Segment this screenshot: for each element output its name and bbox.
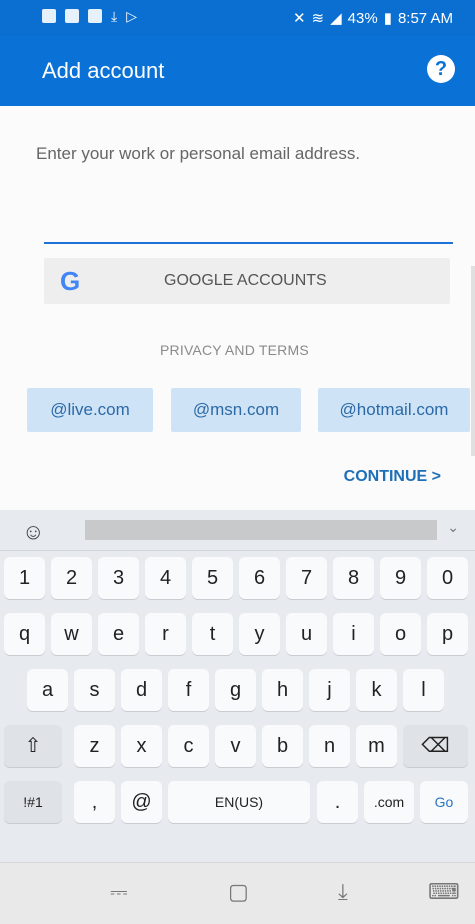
domain-chip-msn[interactable]: @msn.com (171, 388, 301, 432)
navigation-bar: ⎓ ▢ ⤓ ⌨ (0, 862, 475, 924)
question-mark-icon: ? (434, 58, 448, 80)
go-key[interactable]: Go (420, 781, 468, 823)
key-d[interactable]: d (121, 669, 162, 711)
google-g-icon: G (60, 266, 81, 296)
key-j[interactable]: j (309, 669, 350, 711)
key-4[interactable]: 4 (145, 557, 186, 599)
key-e[interactable]: e (98, 613, 139, 655)
play-store-icon: ▷ (126, 8, 137, 24)
battery-icon: ▮ (383, 10, 392, 27)
keyboard-icon[interactable]: ⌨ (428, 879, 460, 905)
shift-icon: ⇧ (24, 735, 42, 757)
google-accounts-button[interactable]: G GOOGLE ACCOUNTS (44, 258, 450, 304)
key-7[interactable]: 7 (286, 557, 327, 599)
signal-icon: ◢ (330, 10, 342, 27)
app-bar: Add account ? (0, 36, 475, 106)
key-x[interactable]: x (121, 725, 162, 767)
notification-icon (42, 9, 56, 23)
key-comma[interactable]: , (74, 781, 115, 823)
google-accounts-label: GOOGLE ACCOUNTS (164, 272, 327, 289)
continue-button[interactable]: CONTINUE > (344, 468, 441, 486)
space-key[interactable]: EN(US) (168, 781, 310, 823)
key-s[interactable]: s (74, 669, 115, 711)
shift-key[interactable]: ⇧ (4, 725, 62, 767)
keyboard-row-3: ⇧ z x c v b n m ⌫ (0, 718, 475, 774)
key-period[interactable]: . (317, 781, 358, 823)
gallery-icon (65, 9, 79, 23)
battery-level: 43% (347, 9, 378, 27)
key-i[interactable]: i (333, 613, 374, 655)
key-z[interactable]: z (74, 725, 115, 767)
email-input[interactable] (44, 218, 453, 244)
privacy-terms-link[interactable]: PRIVACY AND TERMS (160, 342, 309, 358)
clock: 8:57 AM (397, 9, 453, 27)
hide-keyboard-icon[interactable]: ⤓ (338, 879, 348, 905)
key-1[interactable]: 1 (4, 557, 45, 599)
status-bar: ⤓ ▷ ✕ ≋ ◢ 43% ▮ 8:57 AM (0, 0, 475, 36)
key-9[interactable]: 9 (380, 557, 421, 599)
key-2[interactable]: 2 (51, 557, 92, 599)
email-prompt: Enter your work or personal email addres… (36, 144, 361, 163)
calendar-icon (88, 9, 102, 23)
domain-chip-hotmail[interactable]: @hotmail.com (318, 388, 470, 432)
help-button[interactable]: ? (427, 55, 455, 83)
emoji-toggle-icon[interactable]: ☺ (22, 519, 44, 545)
key-g[interactable]: g (215, 669, 256, 711)
key-5[interactable]: 5 (192, 557, 233, 599)
key-8[interactable]: 8 (333, 557, 374, 599)
recent-apps-icon[interactable]: ⎓ (110, 879, 128, 905)
home-icon[interactable]: ▢ (228, 879, 249, 905)
key-f[interactable]: f (168, 669, 209, 711)
key-q[interactable]: q (4, 613, 45, 655)
key-c[interactable]: c (168, 725, 209, 767)
key-t[interactable]: t (192, 613, 233, 655)
backspace-icon: ⌫ (421, 735, 450, 757)
keyboard-row-1: q w e r t y u i o p (0, 606, 475, 662)
key-h[interactable]: h (262, 669, 303, 711)
key-3[interactable]: 3 (98, 557, 139, 599)
key-b[interactable]: b (262, 725, 303, 767)
key-m[interactable]: m (356, 725, 397, 767)
key-l[interactable]: l (403, 669, 444, 711)
key-at[interactable]: @ (121, 781, 162, 823)
key-y[interactable]: y (239, 613, 280, 655)
key-k[interactable]: k (356, 669, 397, 711)
wifi-icon: ≋ (311, 10, 325, 27)
key-o[interactable]: o (380, 613, 421, 655)
key-n[interactable]: n (309, 725, 350, 767)
continue-label: CONTINUE (343, 468, 428, 485)
suggestion-bar: ☺ ⌄ (0, 510, 475, 551)
soft-keyboard: ☺ ⌄ 1 2 3 4 5 6 7 8 9 0 q w e r t y u i … (0, 510, 475, 862)
key-w[interactable]: w (51, 613, 92, 655)
key-6[interactable]: 6 (239, 557, 280, 599)
key-dotcom[interactable]: .com (364, 781, 414, 823)
key-0[interactable]: 0 (427, 557, 468, 599)
suggestion-strip[interactable] (85, 520, 437, 540)
keyboard-row-2: a s d f g h j k l (0, 662, 475, 718)
key-a[interactable]: a (27, 669, 68, 711)
keyboard-row-bottom: !#1 , @ EN(US) . .com Go (0, 774, 475, 830)
keyboard-row-numbers: 1 2 3 4 5 6 7 8 9 0 (0, 550, 475, 606)
domain-chip-live[interactable]: @live.com (27, 388, 153, 432)
add-account-form: Enter your work or personal email addres… (0, 106, 475, 510)
page-title: Add account (42, 58, 165, 83)
chevron-down-icon[interactable]: ⌄ (447, 519, 459, 536)
download-icon: ⤓ (111, 8, 118, 24)
scrollbar[interactable] (471, 266, 475, 456)
mute-icon: ✕ (292, 10, 306, 27)
key-u[interactable]: u (286, 613, 327, 655)
chevron-right-icon: > (431, 468, 441, 485)
backspace-key[interactable]: ⌫ (403, 725, 468, 767)
symbols-key[interactable]: !#1 (4, 781, 62, 823)
key-r[interactable]: r (145, 613, 186, 655)
key-p[interactable]: p (427, 613, 468, 655)
key-v[interactable]: v (215, 725, 256, 767)
